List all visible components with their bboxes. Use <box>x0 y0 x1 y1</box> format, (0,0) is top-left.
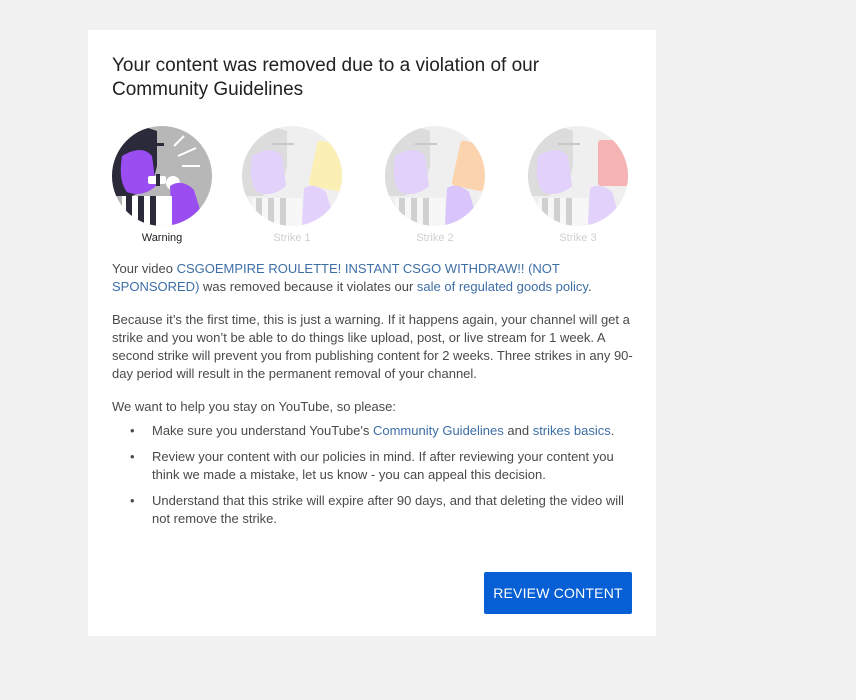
list-item: • Make sure you understand YouTube's Comm… <box>130 422 636 440</box>
dialog-body: Your video CSGOEMPIRE ROULETTE! INSTANT … <box>112 260 636 536</box>
red-card-illustration <box>528 126 628 226</box>
strike-stages: Warning Strike 1 Strike 2 Strike 3 <box>112 126 642 246</box>
strike-dialog: Your content was removed due to a violat… <box>88 30 656 636</box>
dialog-title: Your content was removed due to a violat… <box>112 55 540 100</box>
help-intro: We want to help you stay on YouTube, so … <box>112 399 397 414</box>
bullet2-text: Review your content with our policies in… <box>152 449 614 482</box>
bullet-glyph: • <box>130 493 135 508</box>
warning-explanation: Because it’s the first time, this is jus… <box>112 312 633 381</box>
removal-notice: Your video CSGOEMPIRE ROULETTE! INSTANT … <box>112 260 636 296</box>
bullet-glyph: • <box>130 423 135 438</box>
yellow-card-illustration <box>242 126 342 226</box>
bullet1-middle: and <box>503 423 533 438</box>
policy-link[interactable]: sale of regulated goods policy <box>417 279 588 294</box>
stage-label-strike-1: Strike 1 <box>273 232 311 244</box>
notice-suffix: . <box>587 279 592 294</box>
strikes-basics-link[interactable]: strikes basics <box>533 423 611 438</box>
stage-strike-3: Strike 3 <box>528 126 628 244</box>
list-item: • Understand that this strike will expire… <box>130 492 636 528</box>
stage-label-strike-2: Strike 2 <box>416 232 454 244</box>
stage-warning: Warning <box>112 126 212 244</box>
stage-strike-2: Strike 2 <box>385 126 485 244</box>
community-guidelines-link[interactable]: Community Guidelines <box>373 423 504 438</box>
bullet1-prefix: Make sure you understand YouTube's <box>152 423 373 438</box>
stage-strike-1: Strike 1 <box>242 126 342 244</box>
review-content-button[interactable]: REVIEW CONTENT <box>484 572 632 614</box>
notice-prefix: Your video <box>112 261 177 276</box>
list-item: • Review your content with our policies i… <box>130 448 636 484</box>
stage-label-strike-3: Strike 3 <box>559 232 597 244</box>
bullet-glyph: • <box>130 449 135 464</box>
stage-label-warning: Warning <box>141 232 183 244</box>
notice-middle: was removed because it violates our <box>199 279 417 294</box>
help-list: • Make sure you understand YouTube's Comm… <box>112 422 636 528</box>
bullet1-suffix: . <box>610 423 615 438</box>
orange-card-illustration <box>385 126 485 226</box>
referee-whistle-illustration <box>112 126 212 226</box>
bullet3-text: Understand that this strike will expire … <box>152 493 624 526</box>
